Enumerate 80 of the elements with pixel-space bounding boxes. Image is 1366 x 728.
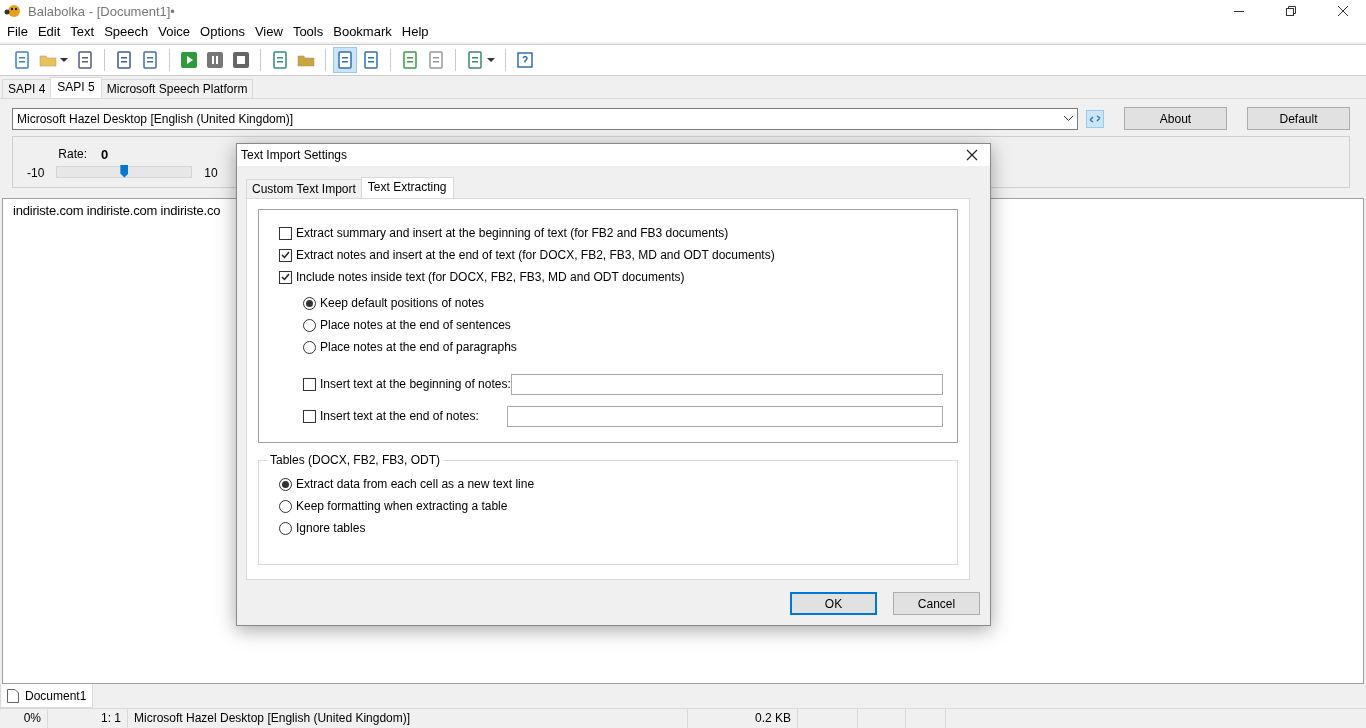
radio-button[interactable] — [279, 477, 292, 491]
window-title: Balabolka - [Document1]• — [28, 3, 176, 19]
radio-label: Place notes at the end of paragraphs — [320, 340, 517, 354]
check-icon — [281, 251, 290, 259]
input-field[interactable] — [510, 373, 943, 395]
checkbox[interactable]: Extract summary and insert at the beginning of text (for FB2 and FB3 documents) — [279, 222, 943, 244]
input-field[interactable] — [506, 405, 943, 427]
check-icon — [281, 273, 290, 281]
document-tab[interactable]: Document1 — [0, 684, 94, 708]
close-icon — [1338, 6, 1348, 16]
pause-icon — [206, 51, 224, 69]
menu-item[interactable]: View — [249, 22, 288, 42]
help-icon — [516, 51, 534, 69]
close-icon[interactable] — [966, 149, 978, 161]
voice-value: Microsoft Hazel Desktop [English (United Kingdom)] — [17, 111, 294, 126]
chevron-down-icon — [1064, 116, 1073, 121]
play-icon — [180, 51, 198, 69]
dialog-button[interactable]: Default — [1247, 107, 1350, 130]
stop-icon — [232, 51, 250, 69]
tab[interactable]: Text Extracting — [360, 177, 454, 198]
min-label: -10 — [27, 166, 45, 180]
tab[interactable]: Microsoft Speech Platform — [100, 79, 254, 98]
menu-item[interactable]: Options — [195, 22, 250, 42]
dialog-button[interactable]: Cancel — [893, 592, 980, 615]
tab[interactable]: SAPI 5 — [50, 77, 102, 98]
max-label: 10 — [204, 166, 218, 180]
radio-button[interactable] — [279, 499, 292, 513]
menu-item[interactable]: Tools — [287, 22, 329, 42]
checkbox-label: Insert text at the beginning of notes: — [320, 377, 511, 391]
status-text: 1: 1 — [48, 709, 128, 728]
menu-item[interactable]: Bookmark — [328, 22, 397, 42]
document-text: indiriste.com indiriste.com indiriste.co — [13, 203, 221, 218]
checkbox-label: Insert text at the end of notes: — [320, 409, 479, 423]
document-icon — [13, 51, 31, 69]
toolbar-button[interactable] — [333, 47, 357, 73]
dialog-button[interactable]: About — [1124, 107, 1227, 130]
app-logo-icon — [4, 4, 22, 18]
radio-button[interactable] — [279, 521, 292, 535]
radio-label: Keep default positions of notes — [320, 296, 485, 310]
checkbox-box[interactable] — [303, 409, 316, 423]
checkbox-box[interactable] — [279, 226, 292, 240]
radio-button[interactable] — [303, 318, 316, 332]
radio-label: Extract data from each cell as a new text line — [296, 477, 535, 491]
checkbox-box[interactable] — [279, 248, 292, 262]
checkbox-box[interactable] — [303, 377, 316, 391]
radio-label: Ignore tables — [296, 521, 366, 535]
menu-item[interactable]: Help — [396, 22, 434, 42]
tab[interactable]: Custom Text Import — [246, 179, 362, 198]
radio-label: Keep formatting when extracting a table — [296, 499, 508, 513]
rate-slider[interactable] — [56, 165, 193, 178]
checkbox-label: Extract summary and insert at the beginning of text (for FB2 and FB3 documents) — [296, 226, 729, 240]
status-text: 0% — [0, 709, 48, 728]
voice-dropdown[interactable]: Microsoft Hazel Desktop [English (United Kingdom)] — [12, 107, 1078, 130]
restore-icon — [1286, 6, 1296, 16]
radio-button[interactable] — [303, 296, 316, 310]
checkbox-label: Extract notes and insert at the end of text (for DOCX, FB2, FB3, MD and ODT documents) — [296, 248, 775, 262]
caret-icon — [487, 58, 495, 62]
checkbox[interactable]: Include notes inside text (for DOCX, FB2, FB3, MD and ODT documents) — [279, 266, 943, 288]
tab[interactable]: SAPI 4 — [2, 79, 52, 98]
status-text: Microsoft Hazel Desktop [English (United Kingdom)] — [128, 709, 688, 728]
slider-thumb[interactable] — [120, 164, 129, 178]
dialog-title: Text Import Settings — [241, 148, 348, 162]
caret-icon — [60, 58, 68, 62]
group-title: Tables (DOCX, FB2, FB3, ODT) — [269, 453, 442, 467]
menu-item[interactable]: Text — [65, 22, 100, 42]
menu-item[interactable]: Edit — [32, 22, 66, 42]
checkbox-label: Include notes inside text (for DOCX, FB2, FB3, MD and ODT documents) — [296, 270, 685, 284]
menu-item[interactable]: File — [2, 22, 33, 42]
rate-value: 0 — [101, 146, 109, 162]
menu-item[interactable]: Speech — [99, 22, 154, 42]
rate-label: Rate: — [58, 147, 88, 161]
checkbox[interactable]: Extract notes and insert at the end of text (for DOCX, FB2, FB3, MD and ODT documents) — [279, 244, 943, 266]
document-icon — [7, 688, 19, 703]
status-text: 0.2 KB — [688, 709, 798, 728]
dialog-button[interactable]: OK — [790, 592, 877, 615]
checkbox-box[interactable] — [279, 270, 292, 284]
radio-label: Place notes at the end of sentences — [320, 318, 511, 332]
menu-item[interactable]: Voice — [153, 22, 196, 42]
minimize-icon — [1234, 10, 1244, 12]
radio-button[interactable] — [303, 340, 316, 354]
